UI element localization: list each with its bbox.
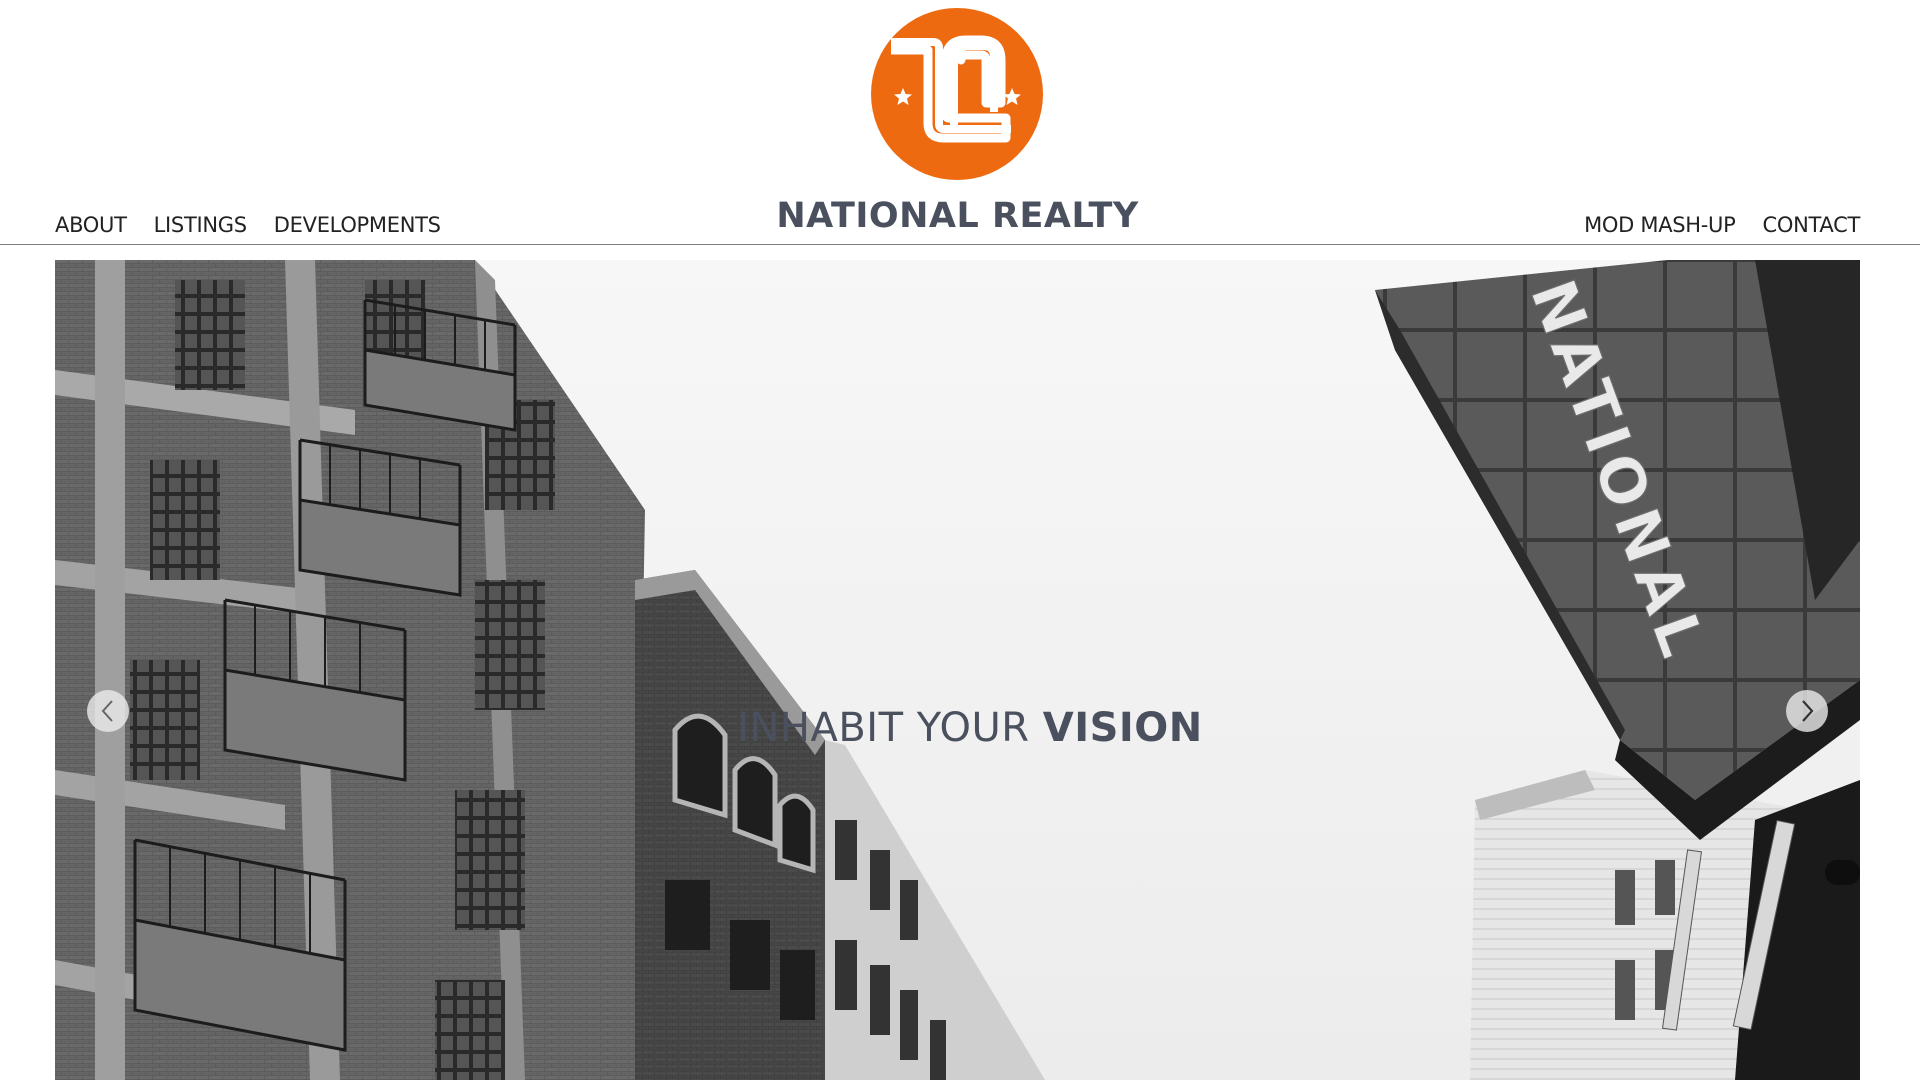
hero-photo-buildings: NATIONAL: [55, 260, 1860, 1080]
hero-tagline-bold: VISION: [1042, 705, 1203, 751]
site-header: ABOUT LISTINGS DEVELOPMENTS NATIONAL REA…: [0, 0, 1920, 245]
chevron-left-icon: [101, 700, 113, 722]
slider-prev-button[interactable]: [87, 690, 129, 732]
slider-next-button[interactable]: [1786, 690, 1828, 732]
nav-link-contact[interactable]: CONTACT: [1763, 210, 1861, 240]
header-divider: [0, 244, 1920, 245]
nav-link-mod-mash-up[interactable]: MOD MASH-UP: [1584, 210, 1736, 240]
hero-tagline: INHABIT YOUR VISION: [55, 705, 1860, 751]
hero-slider: NATIONAL INHABIT YOUR VISION: [55, 260, 1860, 1080]
page: ABOUT LISTINGS DEVELOPMENTS NATIONAL REA…: [0, 0, 1920, 1080]
hero-tagline-light: INHABIT YOUR: [737, 705, 1043, 751]
chevron-right-icon: [1802, 700, 1814, 722]
primary-nav-right: MOD MASH-UP CONTACT: [1557, 210, 1860, 240]
national-realty-logo-icon[interactable]: [871, 8, 1043, 180]
